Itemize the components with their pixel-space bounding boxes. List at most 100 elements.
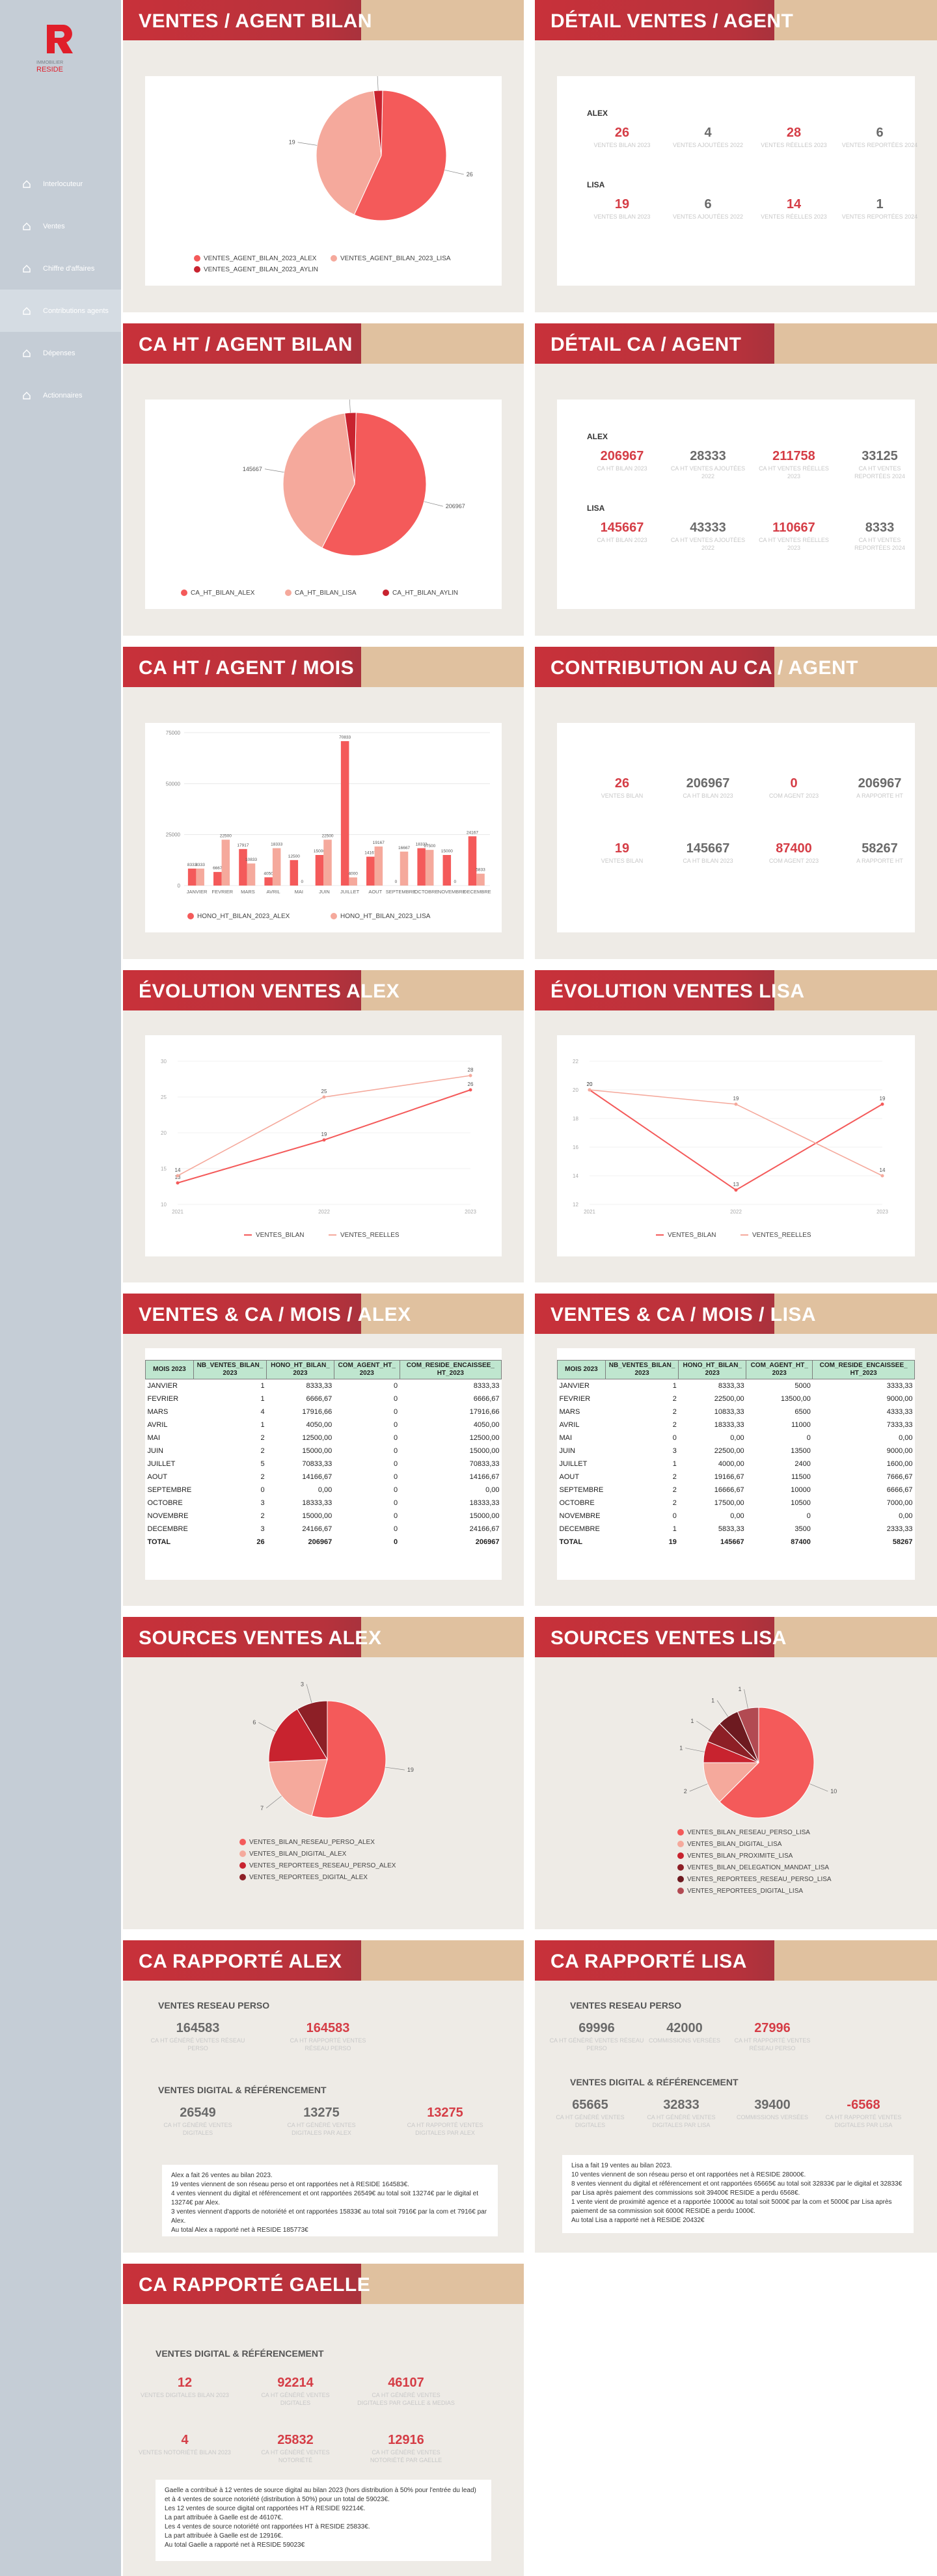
nav-item-ventes[interactable]: Ventes — [0, 205, 121, 247]
kpi-label: CA HT VENTES AJOUTÉES 2022 — [670, 465, 746, 480]
bar-label: 70833 — [339, 735, 351, 740]
section-heading: VENTES DIGITAL & RÉFÉRENCEMENT — [158, 2085, 327, 2095]
kpi-label: CA HT GÉNÉRÉ VENTES DIGITALES — [163, 2122, 232, 2136]
legend-dot — [239, 1862, 246, 1869]
kpi-label: CA HT VENTES AJOUTÉES 2022 — [670, 537, 746, 551]
legend-dot — [677, 1829, 684, 1836]
bar — [290, 860, 299, 886]
y-tick-label: 50000 — [166, 781, 181, 787]
bar — [323, 839, 332, 886]
table-row: MAI 2 12500,00 0 12500,00 — [146, 1431, 502, 1444]
nav-item-contributions[interactable]: Contributions agents — [0, 290, 121, 332]
table-cell: 18333,33 — [469, 1499, 500, 1507]
table-cell: 0,00 — [485, 1486, 500, 1494]
kpi-label: COM AGENT 2023 — [768, 793, 819, 799]
table-cell: 7333,33 — [886, 1421, 913, 1429]
kpi-card: ALEX 206967 CA HT BILAN 2023 28333 CA HT VEN… — [557, 400, 915, 609]
column-header: COM_RESIDE_ENCAISSEE_HT_2023 — [812, 1360, 915, 1379]
bar-label: 4050 — [264, 871, 273, 876]
panel-title: CA HT / AGENT / MOIS — [139, 657, 355, 679]
nav-item-chiffre-affaires[interactable]: Chiffre d'affaires — [0, 247, 121, 290]
bar-label: 0 — [301, 880, 304, 884]
table-cell: 14166,67 — [469, 1473, 500, 1481]
kpi-tile: 26 VENTES BILAN 2023 — [583, 124, 661, 149]
slice-label: 6 — [252, 1719, 256, 1726]
panel-detail-ca: DÉTAIL CA / AGENT ALEX 206967 CA HT BILAN … — [535, 323, 937, 636]
table-row: NOVEMBRE 0 0,00 0 0,00 — [558, 1510, 915, 1523]
y-tick-label: 12 — [573, 1202, 578, 1208]
point-label: 25 — [321, 1089, 327, 1094]
table-cell: 13500 — [791, 1447, 811, 1455]
panel-table-alex: VENTES & CA / MOIS / ALEX MOIS 2023 NB_VE… — [123, 1294, 524, 1606]
table-cell: 9000,00 — [886, 1395, 913, 1403]
table-cell: 17916,66 — [469, 1408, 500, 1416]
legend-dot — [677, 1876, 684, 1882]
kpi-label: CA HT GÉNÉRÉ VENTES RÉSEAU PERSO — [150, 2037, 245, 2052]
table-cell: 0 — [394, 1434, 398, 1442]
kpi-value: 13275 — [427, 2106, 463, 2120]
table-cell: 0,00 — [730, 1434, 744, 1442]
table-card: MOIS 2023 NB_VENTES_BILAN_2023 HONO_HT_BIL… — [145, 1348, 502, 1580]
kpi-label: CA HT GÉNÉRÉ VENTES DIGITALES — [261, 2392, 330, 2406]
slice-label: 145667 — [243, 466, 262, 472]
y-tick-label: 20 — [161, 1130, 167, 1136]
table-cell: OCTOBRE — [559, 1499, 595, 1507]
slice-label: 206967 — [446, 503, 465, 509]
kpi-value: 28333 — [690, 449, 726, 463]
nav-item-interlocuteur[interactable]: Interlocuteur — [0, 163, 121, 205]
table-cell: 15000,00 — [469, 1447, 500, 1455]
kpi-value: 92214 — [277, 2376, 314, 2390]
agent-name: ALEX — [587, 432, 608, 441]
kpi-label: A RAPPORTE HT — [856, 793, 903, 799]
chart-card: 2069671456679166CA_HT_BILAN_ALEXCA_HT_BI… — [145, 390, 502, 609]
kpi-label: VENTES RÉELLES 2023 — [761, 142, 827, 148]
table-row: DECEMBRE 3 24166,67 0 24166,67 — [146, 1523, 502, 1536]
kpi-label: CA HT VENTES REPORTÉES 2024 — [854, 465, 905, 480]
table-cell: 2400 — [794, 1460, 811, 1468]
pie-chart-sources-lisa: 10 2 1 1 1 1 VENTES_BILAN_RESEAU_PERSO_LISA VEN… — [677, 1686, 837, 1895]
table-cell: 5833,33 — [718, 1525, 744, 1533]
bar — [442, 855, 452, 886]
section-heading: VENTES RESEAU PERSO — [570, 2000, 682, 2011]
note-line: 19 ventes viennent de son réseau perso e… — [171, 2181, 409, 2188]
kpi-value: -6568 — [847, 2098, 880, 2112]
kpi-value: 164583 — [306, 2021, 350, 2035]
nav-item-depenses[interactable]: Dépenses — [0, 332, 121, 374]
panel-evolution-lisa: ÉVOLUTION VENTES LISA 12 14 16 18 20 22 2021 20… — [535, 970, 937, 1282]
table-cell: SEPTEMBRE — [559, 1486, 604, 1494]
y-tick-label: 16 — [573, 1145, 578, 1150]
table-cell: AOUT — [147, 1473, 168, 1481]
x-tick-label: JUIN — [319, 889, 330, 895]
panel-title: ÉVOLUTION VENTES ALEX — [139, 981, 400, 1002]
kpi-value: 12916 — [388, 2433, 424, 2447]
x-tick-label: NOVEMBRE — [438, 889, 466, 895]
kpi-tile: 65665 CA HT GÉNÉRÉ VENTES DIGITALES — [541, 2096, 639, 2129]
legend-dot — [677, 1852, 684, 1859]
legend-label: VENTES_BILAN — [256, 1232, 304, 1239]
slice-label: 2 — [684, 1788, 687, 1795]
table-cell: 15000,00 — [302, 1512, 333, 1520]
table-cell: 0 — [394, 1512, 398, 1520]
note-line: Les 4 ventes de source notoriété ont rap… — [165, 2523, 370, 2530]
chart-card: 10 2 1 1 1 1 VENTES_BILAN_RESEAU_PERSO_LISA VEN… — [557, 1672, 915, 1903]
bar-label: 17917 — [237, 843, 249, 848]
table-cell: 2333,33 — [886, 1525, 913, 1533]
kpi-label: VENTES REPORTÉES 2024 — [841, 213, 918, 220]
kpi-tile: 26549 CA HT GÉNÉRÉ VENTES DIGITALES — [149, 2104, 247, 2137]
table-cell: JUILLET — [559, 1460, 588, 1468]
bar — [264, 877, 273, 886]
panel-sources-lisa: SOURCES VENTES LISA 10 2 1 1 1 1 VENTES_BILAN_… — [535, 1617, 937, 1929]
x-tick-label: SEPTEMBRE — [386, 889, 416, 895]
table-cell: 2 — [672, 1421, 677, 1429]
panel-ca-rapporte-gaelle: CA RAPPORTÉ GAELLE VENTES DIGITAL & RÉFÉ… — [123, 2264, 524, 2576]
kpi-label: CA HT VENTES REPORTÉES 2024 — [854, 537, 905, 551]
table-cell: JANVIER — [147, 1382, 178, 1390]
legend-label: VENTES_AGENT_BILAN_2023_AYLIN — [204, 266, 318, 273]
column-header: COM_AGENT_HT_2023 — [333, 1360, 400, 1379]
table-cell: TOTAL — [147, 1538, 171, 1546]
table-cell: 24166,67 — [469, 1525, 500, 1533]
table-cell: 6666,67 — [306, 1395, 333, 1403]
nav-item-actionnaires[interactable]: Actionnaires — [0, 374, 121, 416]
kpi-value: 32833 — [663, 2098, 699, 2112]
table-cell: 11500 — [791, 1473, 811, 1481]
